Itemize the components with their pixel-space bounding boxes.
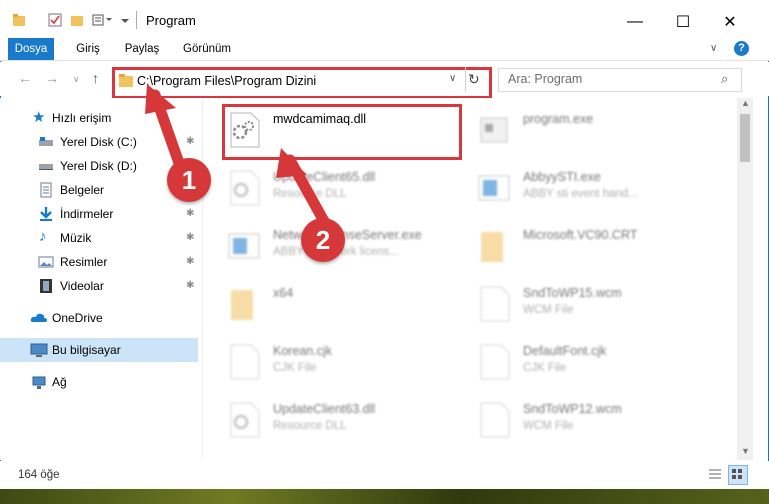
step-1-badge: 1	[167, 158, 211, 202]
step-2-badge: 2	[301, 218, 345, 262]
annotation-arrows	[145, 84, 336, 238]
